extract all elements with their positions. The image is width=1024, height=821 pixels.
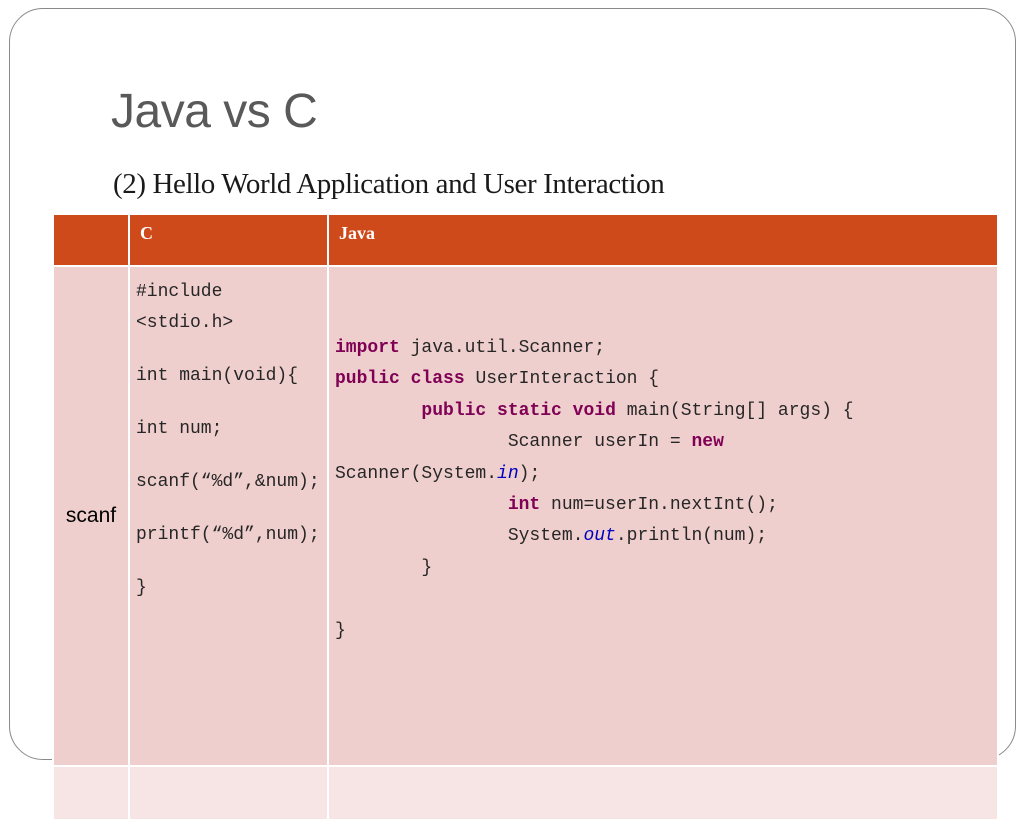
empty-cell	[128, 765, 329, 821]
java-indent	[335, 495, 508, 515]
java-keyword: public	[335, 369, 400, 390]
java-code-text: System.	[335, 526, 584, 547]
c-code-line: }	[136, 578, 147, 598]
java-keyword: import	[335, 338, 400, 358]
java-keyword: class	[410, 369, 465, 390]
java-keyword: static	[497, 400, 562, 421]
slide-subtitle: (2) Hello World Application and User Int…	[113, 168, 665, 200]
c-code-line: #include <stdio.h>	[136, 282, 234, 333]
c-code-line: int main(void){	[136, 366, 299, 386]
header-java: Java	[327, 213, 999, 267]
java-code-text: }	[335, 620, 346, 641]
java-keyword: new	[691, 432, 724, 453]
c-code-line: scanf(“%d”,&num);	[136, 472, 320, 492]
java-code-text: );	[518, 463, 541, 484]
java-keyword: public	[421, 400, 487, 421]
java-keyword: void	[572, 400, 616, 421]
java-code-text: UserInteraction {	[464, 369, 660, 390]
java-code-text: }	[335, 557, 433, 578]
c-code-line: int num;	[136, 419, 223, 439]
empty-cell	[52, 765, 130, 821]
java-code-text: num=userIn.nextInt();	[540, 495, 778, 516]
header-c: C	[128, 213, 329, 267]
java-static-field: in	[497, 463, 519, 484]
table-header-row: C Java	[52, 213, 999, 267]
comparison-table: C Java scanf #include <stdio.h> int main…	[52, 213, 999, 821]
table-row-empty	[52, 765, 999, 821]
row-label-scanf: scanf	[52, 265, 130, 767]
header-empty-cell	[52, 213, 130, 267]
empty-cell	[327, 765, 999, 821]
java-code-text: Scanner(System.	[335, 463, 498, 484]
slide-title: Java vs C	[111, 85, 318, 138]
java-code-text: main(String[] args) {	[615, 400, 854, 421]
java-indent	[335, 401, 421, 421]
java-code-text: Scanner userIn =	[335, 432, 692, 453]
java-keyword: int	[507, 495, 541, 516]
java-static-field: out	[583, 526, 616, 547]
c-code-cell: #include <stdio.h> int main(void){ int n…	[128, 265, 329, 767]
java-code-text: java.util.Scanner;	[399, 338, 606, 358]
java-code-cell: import java.util.Scanner; public class U…	[327, 265, 999, 767]
table-row-scanf: scanf #include <stdio.h> int main(void){…	[52, 265, 999, 767]
java-code-text: .println(num);	[615, 526, 768, 547]
c-code-line: printf(“%d”,num);	[136, 525, 320, 545]
